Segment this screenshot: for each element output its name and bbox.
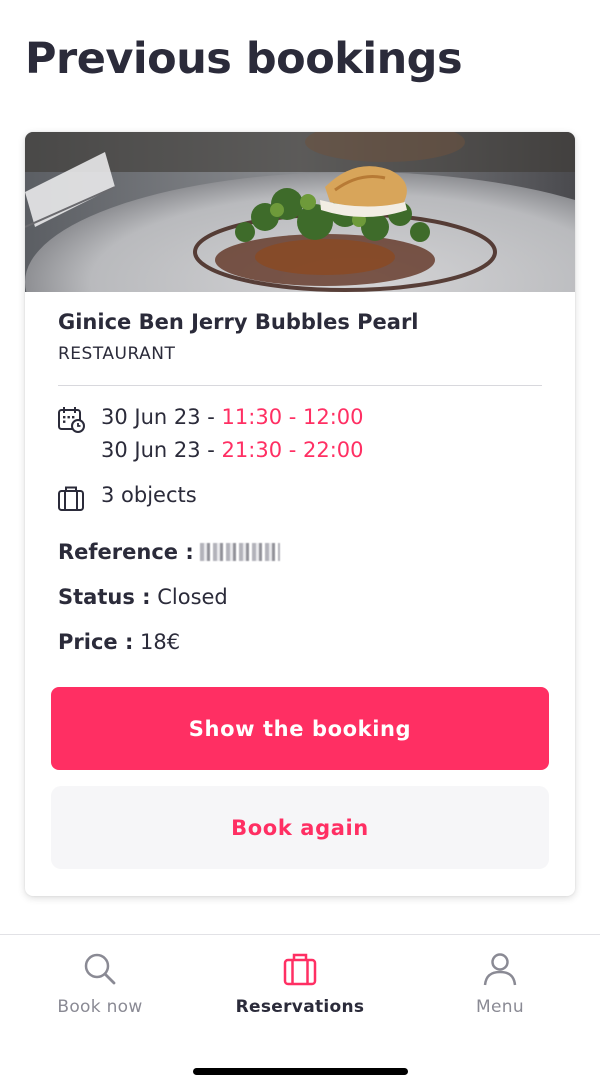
page-title: Previous bookings (25, 34, 463, 84)
show-booking-button[interactable]: Show the booking (51, 687, 549, 770)
slot-date: 30 Jun 23 - (101, 438, 222, 462)
booking-slot: 30 Jun 23 - 11:30 - 12:00 (101, 405, 364, 429)
venue-name: Ginice Ben Jerry Bubbles Pearl (58, 310, 419, 334)
tab-menu[interactable]: Menu (400, 951, 600, 1031)
status-row: Status : Closed (58, 585, 228, 609)
status-label: Status : (58, 585, 151, 609)
tab-bar: Book now Reservations Menu (0, 934, 600, 1090)
objects-count: 3 objects (101, 483, 197, 507)
suitcase-icon (57, 484, 85, 516)
search-icon (82, 951, 118, 991)
page: Previous bookings Ginice Ben Jerry Bubbl… (0, 0, 600, 1090)
booking-slot: 30 Jun 23 - 21:30 - 22:00 (101, 438, 364, 462)
home-indicator (193, 1068, 408, 1075)
slot-time: 11:30 - 12:00 (221, 405, 364, 429)
tab-label: Book now (57, 997, 143, 1017)
tab-label: Menu (476, 997, 524, 1017)
reference-label: Reference : (58, 540, 194, 564)
slot-time: 21:30 - 22:00 (221, 438, 364, 462)
book-again-button[interactable]: Book again (51, 786, 549, 869)
divider (58, 385, 542, 386)
price-row: Price : 18€ (58, 630, 180, 654)
tab-label: Reservations (235, 997, 365, 1017)
person-icon (482, 951, 518, 991)
suitcase-icon (282, 951, 318, 991)
venue-type: RESTAURANT (58, 344, 176, 364)
price-label: Price : (58, 630, 134, 654)
calendar-icon (57, 405, 85, 437)
price-value: 18€ (140, 630, 181, 654)
tab-book-now[interactable]: Book now (0, 951, 200, 1031)
slot-date: 30 Jun 23 - (101, 405, 222, 429)
restaurant-photo (25, 132, 575, 292)
reference-row: Reference : (58, 540, 281, 564)
status-value: Closed (157, 585, 228, 609)
booking-card: Ginice Ben Jerry Bubbles Pearl RESTAURAN… (25, 132, 575, 896)
reference-value-redacted (200, 543, 281, 561)
tab-reservations[interactable]: Reservations (200, 951, 400, 1031)
